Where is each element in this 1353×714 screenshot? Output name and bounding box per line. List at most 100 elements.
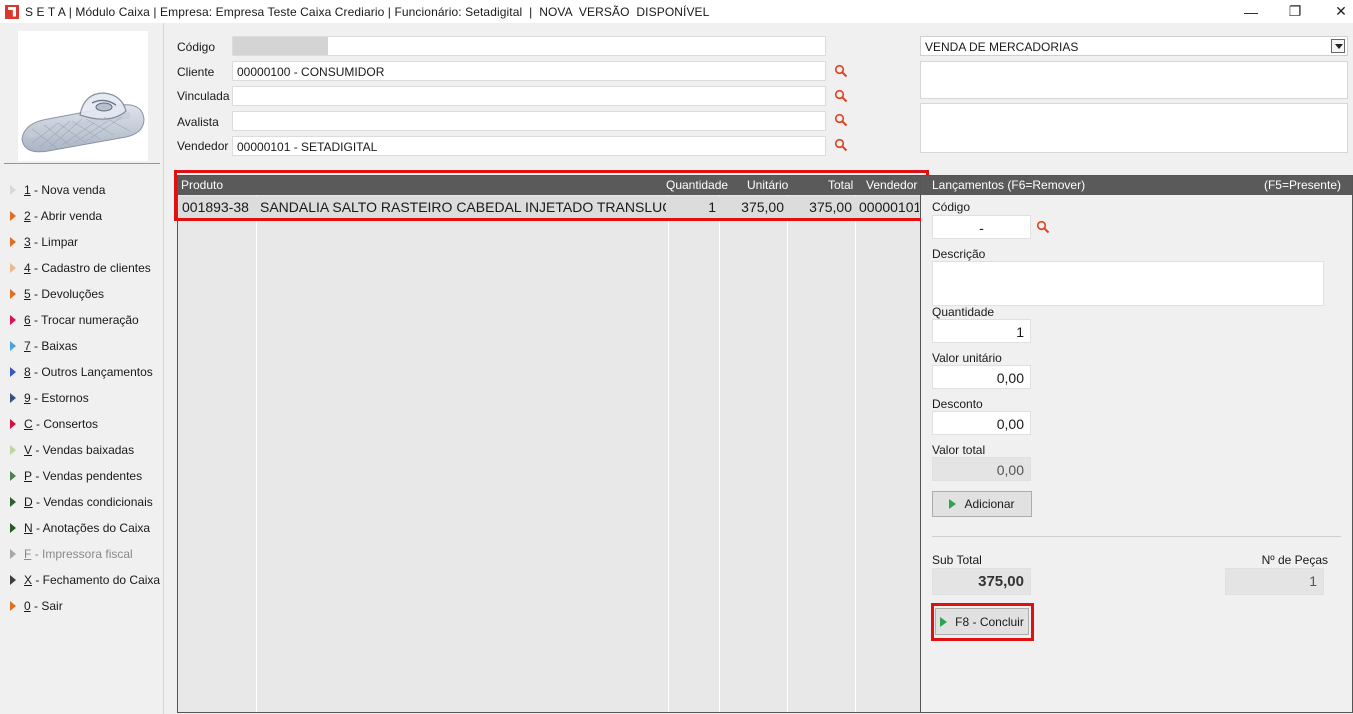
arrow-right-icon [10,497,16,507]
vinculada-field[interactable] [232,86,826,106]
sidebar-menu: 1 - Nova venda 2 - Abrir venda 3 - Limpar 4… [10,177,160,619]
sidebar-item-shortcut: 3 [24,235,31,249]
lanc-descricao-label: Descrição [932,247,986,261]
sidebar-item-label: - Outros Lançamentos [30,365,153,379]
sidebar-item-0[interactable]: 0 - Sair [10,593,160,619]
sidebar-item-p[interactable]: P - Vendas pendentes [10,463,160,489]
sidebar-item-6[interactable]: 6 - Trocar numeração [10,307,160,333]
sidebar-divider [4,163,160,164]
sidebar-item-label: - Sair [30,599,63,613]
row-vendedor: 00000101 [859,199,919,215]
adicionar-label: Adicionar [964,497,1015,511]
lanc-quantidade-input[interactable]: 1 [932,319,1031,343]
sidebar-item-7[interactable]: 7 - Baixas [10,333,160,359]
sidebar-item-shortcut: C [24,417,33,431]
sidebar-item-shortcut: V [24,443,33,457]
grid-col-divider [668,195,669,712]
lanc-desconto-label: Desconto [932,397,983,411]
sidebar-item-3[interactable]: 3 - Limpar [10,229,160,255]
lanc-desconto-input[interactable]: 0,00 [932,411,1031,435]
sidebar-item-label: - Trocar numeração [30,313,139,327]
cliente-field[interactable]: 00000100 - CONSUMIDOR [232,61,826,81]
observacao-memo-2[interactable] [920,103,1348,153]
sidebar-item-1[interactable]: 1 - Nova venda [10,177,160,203]
sidebar-item-2[interactable]: 2 - Abrir venda [10,203,160,229]
play-icon [940,616,948,627]
lancamentos-title: Lançamentos (F6=Remover) [932,178,1086,192]
sidebar-item-shortcut: P [24,469,33,483]
sidebar-item-d[interactable]: D - Vendas condicionais [10,489,160,515]
subtotal-value: 375,00 [932,568,1031,595]
close-button[interactable]: ✕ [1318,0,1353,23]
col-vendedor[interactable]: Vendedor [866,178,917,192]
sidebar-item-shortcut: 0 [24,599,31,613]
sidebar-item-label: - Estornos [30,391,89,405]
concluir-label: F8 - Concluir [955,614,1024,629]
sidebar-item-label: - Cadastro de clientes [30,261,151,275]
sidebar-item-f[interactable]: F - Impressora fiscal [10,541,160,567]
observacao-memo-1[interactable] [920,61,1348,99]
arrow-right-icon [10,471,16,481]
sidebar-item-c[interactable]: C - Consertos [10,411,160,437]
sidebar-item-v[interactable]: V - Vendas baixadas [10,437,160,463]
sidebar-item-shortcut: F [24,547,32,561]
arrow-right-icon [10,263,16,273]
chevron-down-icon[interactable] [1331,39,1345,53]
search-avalista-icon[interactable] [834,113,848,127]
codigo-field-fill [233,37,328,55]
grid-header: Produto Quantidade Unitário Total Vended… [178,176,920,195]
sidebar-item-label: - Devoluções [30,287,105,301]
sidebar-item-shortcut: 1 [24,183,31,197]
sidebar-item-label: - Vendas condicionais [32,495,153,509]
concluir-button[interactable]: F8 - Concluir [935,608,1029,635]
product-image [18,31,148,161]
row-descricao: SANDALIA SALTO RASTEIRO CABEDAL INJETADO… [260,199,666,215]
arrow-right-icon [10,289,16,299]
col-quantidade[interactable]: Quantidade [666,178,728,192]
presente-hint: (F5=Presente) [1263,178,1341,192]
lanc-valor-unitario-input[interactable]: 0,00 [932,365,1031,389]
grid-col-divider [855,195,856,712]
vendedor-label: Vendedor [177,139,229,153]
search-vinculada-icon[interactable] [834,89,848,103]
avalista-field[interactable] [232,111,826,131]
sidebar-item-8[interactable]: 8 - Outros Lançamentos [10,359,160,385]
arrow-right-icon [10,341,16,351]
sandal-image [21,92,145,153]
vinculada-label: Vinculada [177,89,230,103]
sidebar-item-5[interactable]: 5 - Devoluções [10,281,160,307]
arrow-right-icon [10,601,16,611]
sidebar-item-shortcut: 6 [24,313,31,327]
maximize-button[interactable]: ❐ [1272,0,1318,23]
sidebar-item-4[interactable]: 4 - Cadastro de clientes [10,255,160,281]
adicionar-button[interactable]: Adicionar [932,491,1032,517]
lanc-codigo-input[interactable]: - [932,215,1031,239]
sidebar-item-x[interactable]: X - Fechamento do Caixa [10,567,160,593]
search-produto-icon[interactable] [1036,220,1050,234]
sidebar-item-shortcut: X [24,573,33,587]
minimize-button[interactable]: — [1228,0,1274,23]
items-grid[interactable]: Produto Quantidade Unitário Total Vended… [177,175,921,713]
row-total: 375,00 [809,199,852,215]
grid-col-divider [256,195,257,712]
col-total[interactable]: Total [828,178,853,192]
search-cliente-icon[interactable] [834,64,848,78]
col-produto[interactable]: Produto [181,178,223,192]
vendedor-field[interactable]: 00000101 - SETADIGITAL [232,136,826,156]
row-unitario: 375,00 [741,199,784,215]
tipo-venda-select[interactable]: VENDA DE MERCADORIAS [920,36,1348,56]
main-area: 1 - Nova venda 2 - Abrir venda 3 - Limpar 4… [0,23,1353,714]
lanc-descricao-input[interactable] [932,261,1324,306]
table-row[interactable]: 001893-38 SANDALIA SALTO RASTEIRO CABEDA… [178,196,920,218]
arrow-right-icon [10,367,16,377]
arrow-right-icon [10,575,16,585]
search-vendedor-icon[interactable] [834,138,848,152]
arrow-right-icon [10,211,16,221]
pecas-value: 1 [1225,568,1324,595]
sidebar-item-n[interactable]: N - Anotações do Caixa [10,515,160,541]
col-unitario[interactable]: Unitário [747,178,788,192]
lanc-valor-total-label: Valor total [932,443,986,457]
lanc-valor-unitario-label: Valor unitário [932,351,1002,365]
sidebar-item-9[interactable]: 9 - Estornos [10,385,160,411]
sidebar-item-label: - Impressora fiscal [31,547,133,561]
